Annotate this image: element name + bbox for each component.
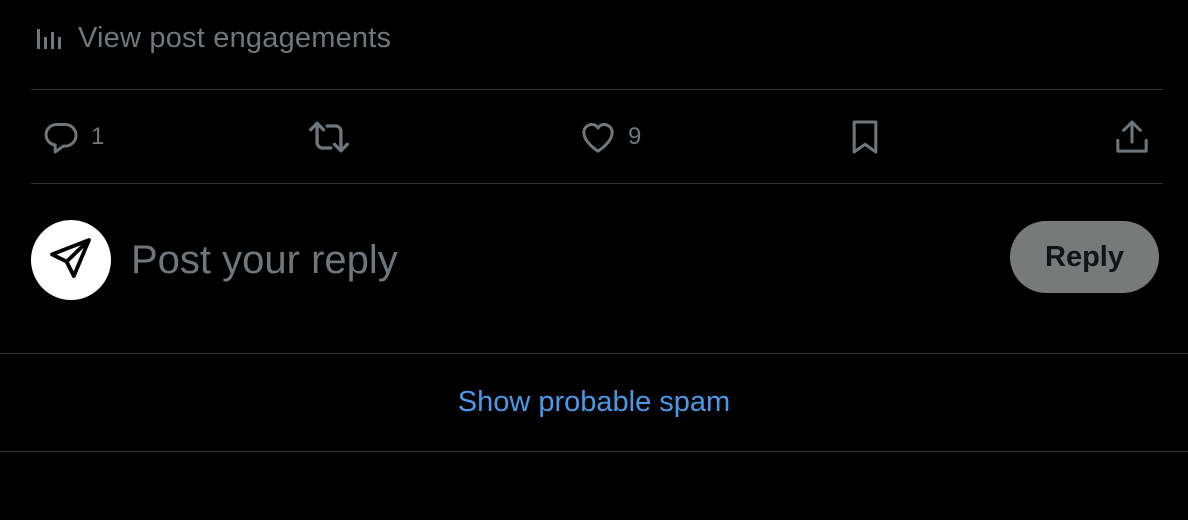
view-post-engagements-link[interactable]: View post engagements	[34, 18, 391, 58]
heart-icon	[576, 115, 620, 159]
bookmark-icon	[843, 115, 887, 159]
like-action-button[interactable]: 9	[576, 90, 641, 183]
repost-action-button[interactable]	[307, 90, 351, 183]
view-post-engagements-label: View post engagements	[78, 21, 392, 54]
divider	[0, 451, 1188, 452]
share-action-button[interactable]	[1110, 90, 1154, 183]
paper-plane-icon	[47, 234, 95, 287]
reply-icon	[39, 115, 83, 159]
like-count: 9	[628, 122, 642, 150]
divider	[31, 183, 1163, 184]
repost-icon	[307, 115, 351, 159]
share-icon	[1110, 115, 1154, 159]
reply-action-button[interactable]: 1	[39, 90, 104, 183]
bar-chart-icon	[34, 23, 64, 53]
post-action-bar: 1 9	[31, 90, 1163, 183]
show-probable-spam-link[interactable]: Show probable spam	[0, 354, 1188, 451]
reply-input[interactable]	[131, 232, 951, 288]
reply-count: 1	[91, 122, 105, 150]
avatar[interactable]	[31, 220, 111, 300]
bookmark-action-button[interactable]	[843, 90, 887, 183]
reply-composer: Reply	[31, 220, 1163, 300]
reply-button[interactable]: Reply	[1010, 221, 1159, 293]
